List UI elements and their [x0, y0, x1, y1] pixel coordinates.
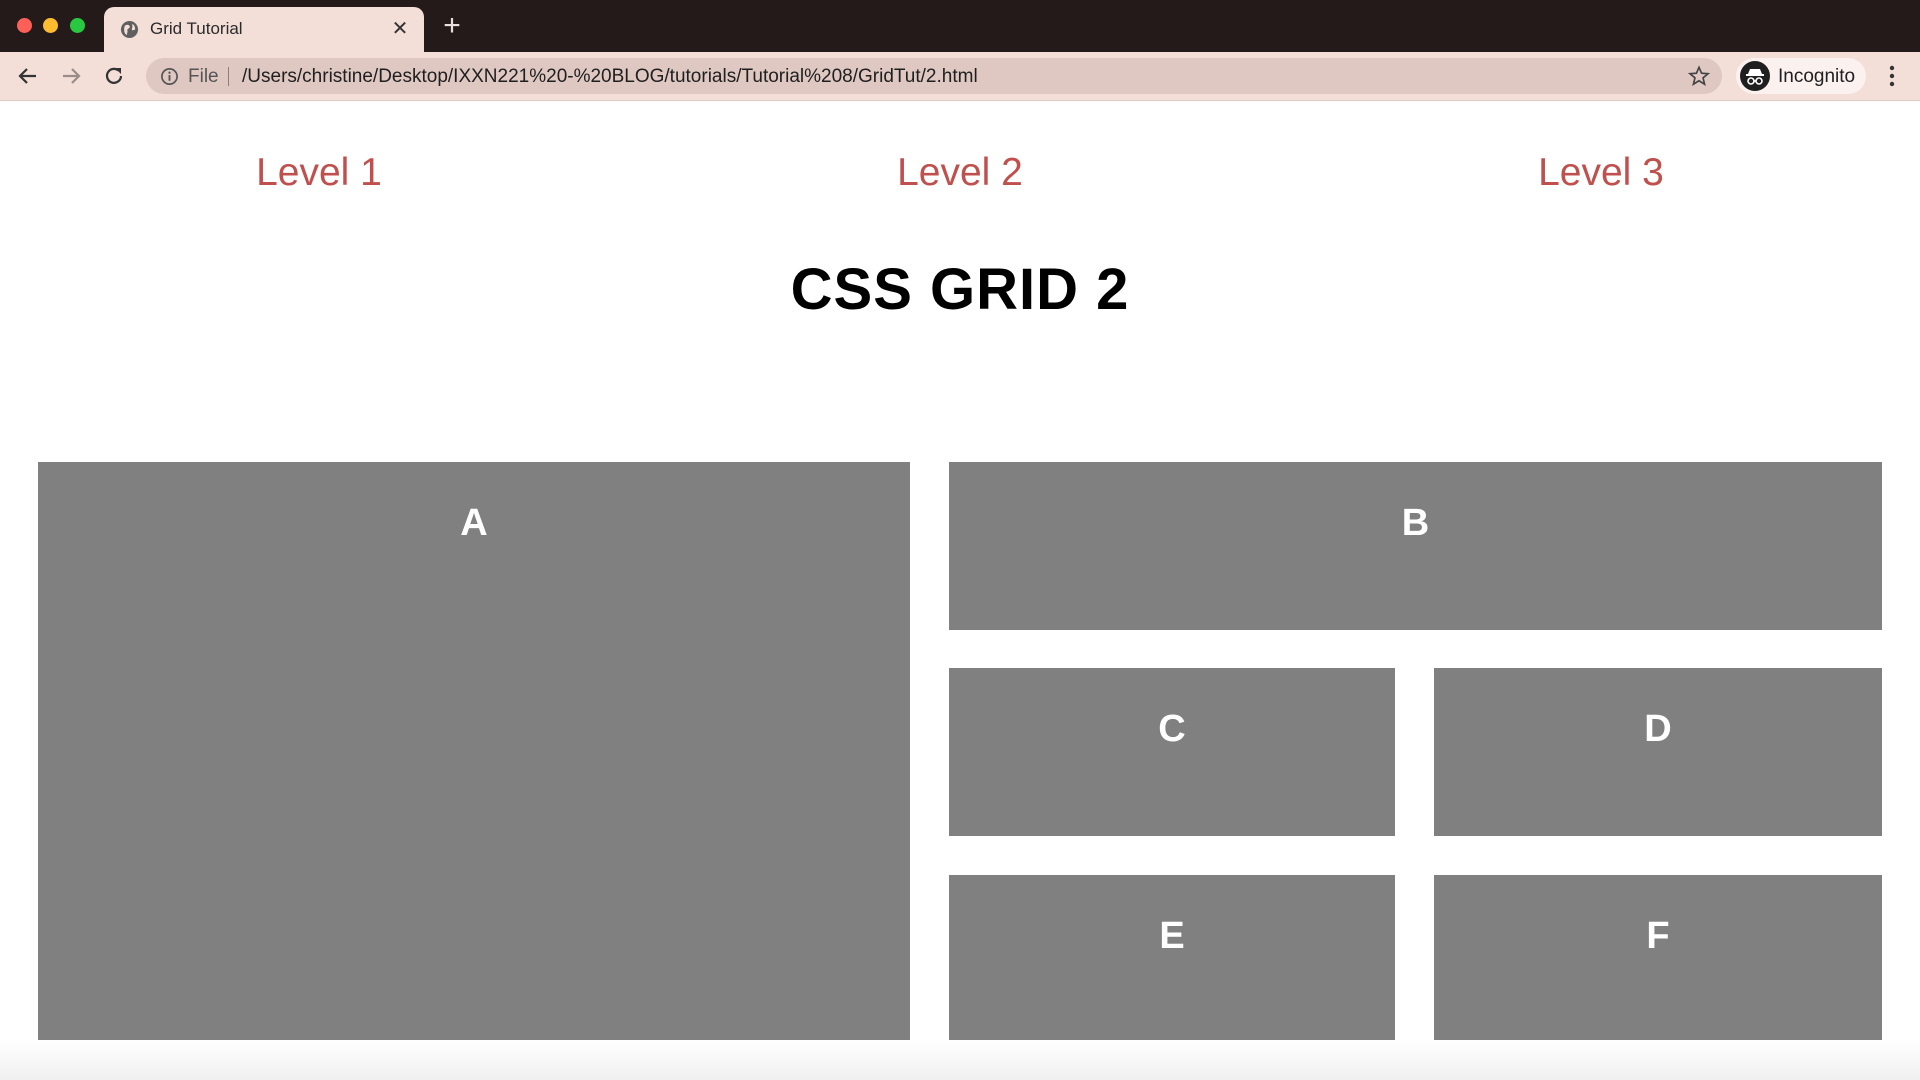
- url-text[interactable]: /Users/christine/Desktop/IXXN221%20-%20B…: [242, 66, 978, 88]
- nav-link-level-3[interactable]: Level 3: [1538, 151, 1664, 195]
- tab-strip: Grid Tutorial ✕ +: [0, 0, 1920, 52]
- grid-cell-label: C: [1158, 708, 1186, 750]
- grid-cell-a: A: [38, 462, 910, 1043]
- web-page: Level 1 Level 2 Level 3 CSS GRID 2 A B C…: [0, 101, 1920, 1080]
- forward-icon: [63, 68, 81, 84]
- grid-cell-e: E: [949, 875, 1395, 1043]
- grid-cell-d: D: [1434, 668, 1882, 836]
- reload-button[interactable]: [100, 62, 128, 90]
- forward-button[interactable]: [57, 62, 85, 90]
- url-scheme: File: [188, 66, 219, 87]
- reload-icon: [105, 67, 123, 84]
- incognito-icon: [1740, 61, 1770, 91]
- browser-toolbar: File /Users/christine/Desktop/IXXN221%20…: [0, 52, 1920, 101]
- address-bar[interactable]: File /Users/christine/Desktop/IXXN221%20…: [146, 58, 1722, 94]
- browser-tab[interactable]: Grid Tutorial ✕: [104, 7, 424, 52]
- minimize-window-button[interactable]: [43, 18, 58, 33]
- incognito-label: Incognito: [1778, 66, 1856, 87]
- star-icon[interactable]: [1688, 65, 1710, 87]
- back-button[interactable]: [14, 62, 42, 90]
- grid-cell-label: E: [1159, 915, 1185, 957]
- grid-cell-label: B: [1401, 502, 1430, 544]
- nav-link-level-2[interactable]: Level 2: [897, 151, 1023, 195]
- close-window-button[interactable]: [17, 18, 32, 33]
- grid-cell-label: F: [1646, 915, 1670, 957]
- new-tab-button[interactable]: +: [438, 11, 466, 41]
- maximize-window-button[interactable]: [70, 18, 85, 33]
- back-icon: [18, 68, 36, 84]
- incognito-badge[interactable]: Incognito: [1736, 58, 1866, 94]
- grid-cell-label: A: [460, 502, 488, 544]
- info-icon[interactable]: [160, 67, 179, 86]
- page-title: CSS GRID 2: [790, 257, 1130, 322]
- grid-cell-label: D: [1644, 708, 1672, 750]
- omnibox-divider: [228, 67, 229, 86]
- grid-cell-b: B: [949, 462, 1882, 630]
- nav-link-level-1[interactable]: Level 1: [256, 151, 382, 195]
- menu-icon[interactable]: [1880, 62, 1904, 90]
- tab-title: Grid Tutorial: [150, 19, 243, 38]
- window-bottom-edge: [0, 1040, 1920, 1080]
- grid-cell-f: F: [1434, 875, 1882, 1043]
- close-tab-icon[interactable]: ✕: [390, 19, 410, 39]
- grid-cell-c: C: [949, 668, 1395, 836]
- globe-icon: [120, 20, 139, 39]
